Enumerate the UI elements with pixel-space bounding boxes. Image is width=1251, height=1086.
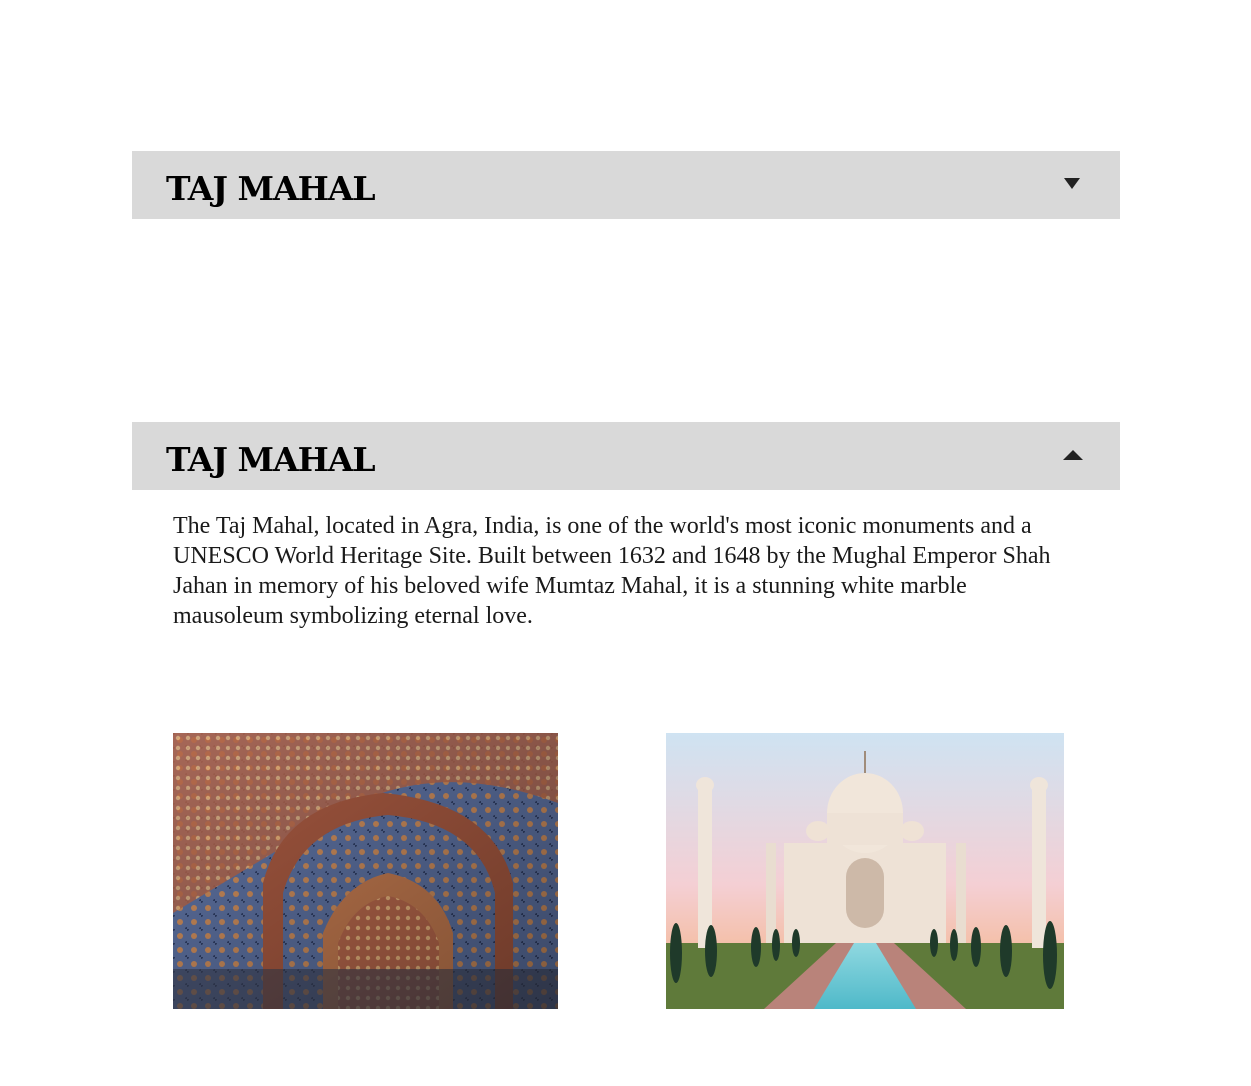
accordion-description: The Taj Mahal, located in Agra, India, i… [173, 513, 1051, 629]
accordion-expanded: TAJ MAHAL The Taj Mahal, located in Agra… [132, 422, 1120, 1009]
accordion-title: TAJ MAHAL [166, 169, 376, 208]
accordion-collapsed: TAJ MAHAL [132, 151, 1120, 219]
accordion-body: The Taj Mahal, located in Agra, India, i… [132, 490, 1120, 1009]
chevron-down-icon[interactable] [1064, 178, 1080, 189]
accordion-header[interactable]: TAJ MAHAL [132, 151, 1120, 219]
interior-arch-image [173, 733, 558, 1009]
taj-mahal-exterior-image [666, 733, 1064, 1009]
chevron-up-icon[interactable] [1063, 450, 1083, 460]
accordion-title: TAJ MAHAL [166, 440, 376, 479]
accordion-header[interactable]: TAJ MAHAL [132, 422, 1120, 490]
